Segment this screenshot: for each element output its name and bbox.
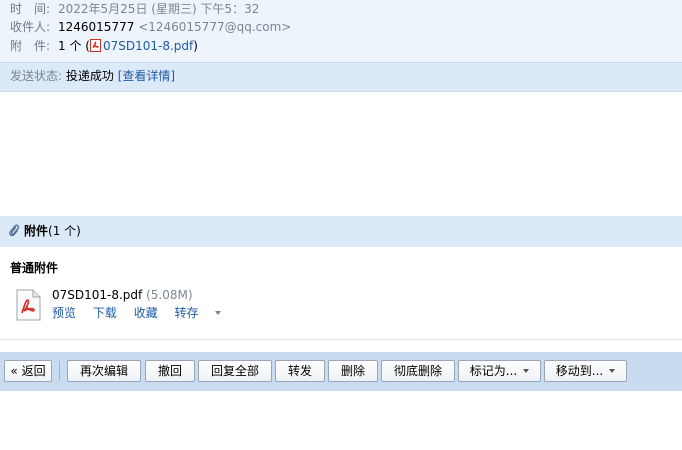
attachment-close: ) [193, 39, 198, 53]
time-row: 时 间: 2022年5月25日 (星期三) 下午5：32 [10, 0, 259, 18]
attachment-file-entry: 07SD101-8.pdf (5.08M) [52, 287, 193, 303]
recall-button[interactable]: 撤回 [145, 360, 195, 382]
view-details-link[interactable]: [查看详情] [118, 69, 175, 83]
time-label: 时 间: [10, 2, 51, 16]
attachment-file-size: (5.08M) [146, 288, 193, 302]
mark-as-dropdown[interactable]: 标记为... [458, 360, 541, 382]
send-status-bar: 发送状态: 投递成功 [查看详情] [0, 62, 682, 92]
normal-attachments-title: 普通附件 [10, 261, 59, 275]
edit-again-button[interactable]: 再次编辑 [67, 360, 141, 382]
move-to-dropdown[interactable]: 移动到... [544, 360, 627, 382]
time-value: 2022年5月25日 (星期三) 下午5：32 [58, 2, 260, 16]
paperclip-icon [9, 224, 20, 237]
preview-link[interactable]: 预览 [52, 306, 76, 320]
divider [0, 339, 682, 340]
attachment-actions: 预览 下载 收藏 转存 [52, 305, 234, 321]
recipient-row: 收件人: 1246015777 <1246015777@qq.com> [10, 18, 291, 36]
save-to-label: 转存 [174, 306, 199, 320]
reply-all-button[interactable]: 回复全部 [198, 360, 272, 382]
forward-button[interactable]: 转发 [275, 360, 325, 382]
action-toolbar: « 返回 再次编辑 撤回 回复全部 转发 删除 彻底删除 标记为... 移动到.… [0, 352, 682, 391]
back-button[interactable]: « 返回 [4, 360, 52, 382]
move-to-label: 移动到... [555, 364, 604, 378]
chevron-down-icon [523, 369, 530, 373]
attachment-section-count: (1 个) [48, 224, 81, 238]
save-to-dropdown[interactable]: 转存 [175, 306, 221, 320]
toolbar-separator [59, 361, 60, 381]
recipient-email: <1246015777@qq.com> [138, 20, 292, 34]
attachment-count: 1 个 ( [58, 39, 90, 53]
attachment-file-name[interactable]: 07SD101-8.pdf [52, 288, 142, 302]
attachment-row: 附 件: 1 个 ( 07SD101-8.pdf) [10, 37, 198, 55]
download-link[interactable]: 下载 [93, 306, 117, 320]
delete-permanently-button[interactable]: 彻底删除 [381, 360, 455, 382]
mark-as-label: 标记为... [469, 364, 518, 378]
pdf-file-icon[interactable] [14, 289, 42, 321]
chevron-down-icon [609, 369, 616, 373]
mail-header: 时 间: 2022年5月25日 (星期三) 下午5：32 收件人: 12460157… [0, 0, 682, 62]
send-status-label: 发送状态: [10, 69, 63, 83]
attachment-section-header: 附件(1 个) [0, 216, 682, 247]
recipient-name[interactable]: 1246015777 [58, 20, 134, 34]
send-status-value: 投递成功 [65, 69, 114, 83]
attachment-file-link[interactable]: 07SD101-8.pdf [103, 39, 193, 53]
recipient-label: 收件人: [10, 20, 51, 34]
favorite-link[interactable]: 收藏 [134, 306, 158, 320]
pdf-icon [89, 39, 101, 52]
delete-button[interactable]: 删除 [328, 360, 378, 382]
chevron-down-icon [214, 311, 221, 315]
attachment-section-title: 附件 [24, 224, 49, 238]
attachment-label: 附 件: [10, 39, 51, 53]
